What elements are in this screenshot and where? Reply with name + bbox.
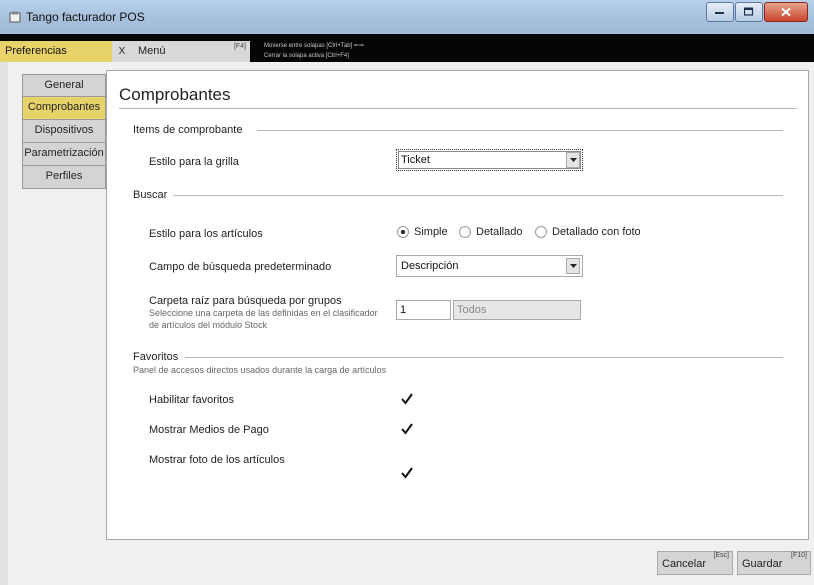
nav-item-dispositivos[interactable]: Dispositivos bbox=[22, 120, 106, 143]
grid-style-label: Estilo para la grilla bbox=[149, 156, 239, 168]
section-favoritos-divider bbox=[185, 357, 783, 358]
app-icon bbox=[9, 11, 21, 23]
section-buscar-label: Buscar bbox=[133, 189, 168, 201]
nav-item-parametrizacion[interactable]: Parametrización bbox=[22, 143, 106, 166]
payment-methods-label: Mostrar Medios de Pago bbox=[149, 424, 269, 436]
enable-favoritos-checkbox[interactable] bbox=[400, 392, 414, 406]
default-field-value: Descripción bbox=[401, 260, 459, 272]
minimize-icon bbox=[715, 12, 724, 14]
tab-menu[interactable]: Menú [F4] bbox=[132, 41, 250, 62]
section-favoritos-label: Favoritos bbox=[133, 351, 179, 363]
tab-menu-label: Menú bbox=[138, 45, 166, 57]
maximize-icon bbox=[744, 7, 754, 16]
root-folder-hint-1: Seleccione una carpeta de las definidas … bbox=[149, 308, 378, 318]
preferences-nav: General Comprobantes Dispositivos Parame… bbox=[22, 74, 106, 189]
default-field-select[interactable]: Descripción bbox=[396, 255, 583, 277]
title-divider bbox=[119, 108, 797, 109]
tab-preferencias[interactable]: Preferencias bbox=[0, 41, 112, 62]
comprobantes-panel: Comprobantes Items de comprobante Estilo… bbox=[106, 70, 809, 540]
window-titlebar: Tango facturador POS bbox=[0, 0, 814, 34]
save-button[interactable]: Guardar [F10] bbox=[737, 551, 811, 575]
tabs-bar: Preferencias X Menú [F4] Moverse entre s… bbox=[0, 34, 814, 62]
close-window-button[interactable] bbox=[764, 2, 808, 22]
nav-item-comprobantes[interactable]: Comprobantes bbox=[22, 97, 106, 120]
radio-simple[interactable]: Simple bbox=[397, 226, 448, 238]
left-edge bbox=[0, 62, 8, 585]
radio-simple-circle bbox=[397, 226, 409, 238]
close-icon bbox=[781, 7, 791, 17]
grid-style-value: Ticket bbox=[401, 154, 430, 166]
article-photo-checkbox[interactable] bbox=[400, 466, 414, 480]
cancel-label: Cancelar bbox=[662, 558, 707, 570]
save-label: Guardar bbox=[742, 558, 783, 570]
radio-detallado-foto-circle bbox=[535, 226, 547, 238]
radio-detallado-foto[interactable]: Detallado con foto bbox=[535, 226, 641, 238]
article-style-label: Estilo para los artículos bbox=[149, 228, 263, 240]
grid-style-select[interactable]: Ticket bbox=[396, 149, 583, 171]
radio-detallado-foto-label: Detallado con foto bbox=[552, 226, 641, 238]
section-items-divider bbox=[257, 130, 783, 131]
save-shortcut: [F10] bbox=[791, 552, 807, 559]
radio-simple-label: Simple bbox=[414, 226, 448, 238]
favoritos-hint: Panel de accesos directos usados durante… bbox=[133, 365, 387, 375]
radio-detallado[interactable]: Detallado bbox=[459, 226, 522, 238]
enable-favoritos-label: Habilitar favoritos bbox=[149, 394, 234, 406]
minimize-button[interactable] bbox=[706, 2, 734, 22]
chevron-down-icon bbox=[566, 152, 580, 168]
nav-item-perfiles[interactable]: Perfiles bbox=[22, 166, 106, 189]
payment-methods-checkbox[interactable] bbox=[400, 422, 414, 436]
tab-close-button[interactable]: X bbox=[112, 41, 132, 62]
page-title: Comprobantes bbox=[119, 85, 231, 104]
root-folder-label: Carpeta raíz para búsqueda por grupos bbox=[149, 295, 342, 307]
maximize-button[interactable] bbox=[735, 2, 763, 22]
article-photo-label: Mostrar foto de los artículos bbox=[149, 454, 285, 466]
nav-item-general[interactable]: General bbox=[22, 74, 106, 97]
radio-detallado-label: Detallado bbox=[476, 226, 523, 238]
tab-hint-move: Moverse entre solapas [Ctrl+Tab] ⇐⇒ bbox=[264, 43, 364, 49]
section-items-label: Items de comprobante bbox=[133, 124, 243, 136]
default-field-label: Campo de búsqueda predeterminado bbox=[149, 261, 332, 273]
root-folder-hint-2: de artículos del módulo Stock bbox=[149, 320, 268, 330]
section-buscar-divider bbox=[173, 195, 783, 196]
root-folder-name-field: Todos bbox=[453, 300, 581, 320]
chevron-down-icon bbox=[566, 258, 580, 274]
root-folder-code-input[interactable]: 1 bbox=[396, 300, 451, 320]
window-title: Tango facturador POS bbox=[26, 10, 145, 24]
cancel-button[interactable]: Cancelar [Esc] bbox=[657, 551, 733, 575]
tab-hint-close: Cerrar la solapa activa [Ctrl+F4] bbox=[264, 53, 349, 59]
cancel-shortcut: [Esc] bbox=[713, 552, 729, 559]
tab-menu-shortcut: [F4] bbox=[233, 43, 246, 50]
tab-hints: Moverse entre solapas [Ctrl+Tab] ⇐⇒ Cerr… bbox=[264, 41, 364, 61]
radio-detallado-circle bbox=[459, 226, 471, 238]
